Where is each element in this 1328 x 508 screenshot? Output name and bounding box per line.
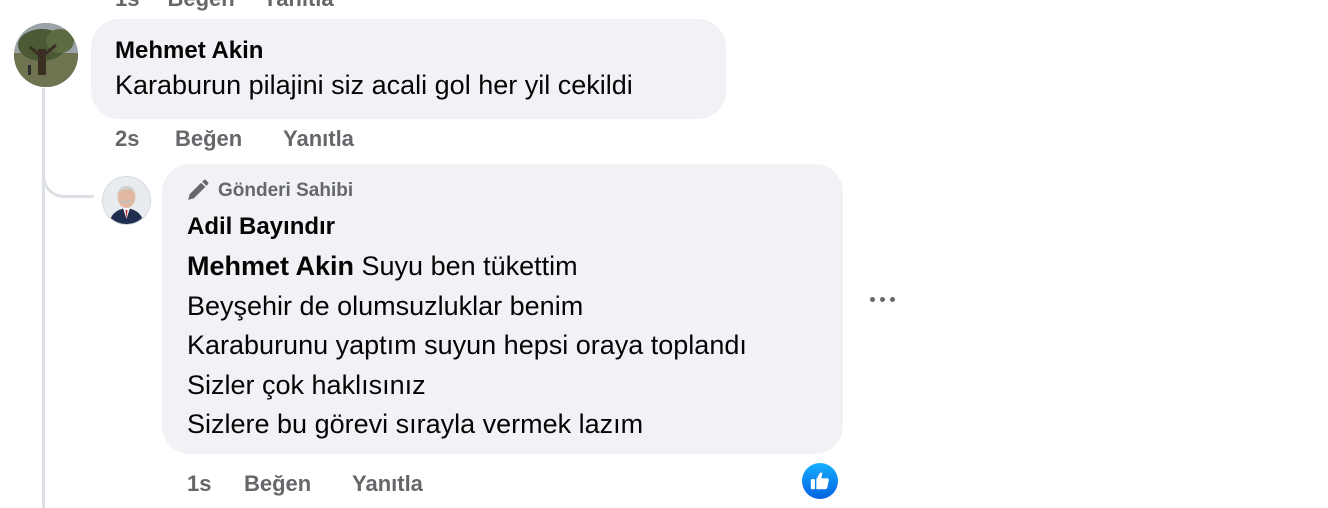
avatar[interactable] <box>14 23 78 87</box>
reply-text-line: Beyşehir de olumsuzluklar benim <box>187 290 584 321</box>
reply-text: Mehmet Akin Suyu ben tükettim Beyşehir d… <box>187 248 747 446</box>
pencil-icon <box>188 179 209 200</box>
comment-actions: 2s Beğen Yanıtla <box>115 126 354 152</box>
previous-reply-button[interactable]: Yanıtla <box>263 0 334 11</box>
reply-author[interactable]: Adil Bayındır <box>187 213 335 241</box>
reply-timestamp[interactable]: 1s <box>187 471 244 497</box>
comment-bubble <box>91 19 726 119</box>
reply-text-line: Karaburunu yaptım suyun hepsi oraya topl… <box>187 330 747 360</box>
profile-photo-man-suit-icon <box>103 177 150 224</box>
mention-link[interactable]: Mehmet Akin <box>187 251 354 281</box>
post-owner-label: Gönderi Sahibi <box>218 179 354 201</box>
comment-timestamp[interactable]: 2s <box>115 126 175 152</box>
comment-reply-button[interactable]: Yanıtla <box>283 126 354 152</box>
reply-text-line: Sizlere bu görevi sırayla vermek lazım <box>187 409 644 439</box>
comment-text: Karaburun pilajini siz acali gol her yil… <box>115 70 633 100</box>
thumbs-up-icon <box>810 472 829 490</box>
reply-like-button[interactable]: Beğen <box>244 471 352 497</box>
reply-actions: 1s Beğen Yanıtla <box>187 471 423 497</box>
comment-like-button[interactable]: Beğen <box>175 126 283 152</box>
more-options-icon[interactable] <box>866 293 899 306</box>
previous-timestamp[interactable]: 1s <box>115 0 139 11</box>
previous-comment-actions: 1s Beğen Yanıtla <box>115 0 362 12</box>
reply-reply-button[interactable]: Yanıtla <box>352 471 423 497</box>
profile-photo-tree-icon <box>14 23 78 87</box>
thumbs-up-reaction-icon[interactable] <box>802 463 838 499</box>
reply-line-text: Suyu ben tükettim <box>354 251 578 281</box>
reply-avatar[interactable] <box>103 177 150 224</box>
thread-connector-curve <box>42 168 94 198</box>
comment-author[interactable]: Mehmet Akin <box>115 37 263 65</box>
reply-text-line: Mehmet Akin Suyu ben tükettim <box>187 248 747 288</box>
previous-like-button[interactable]: Beğen <box>167 0 234 11</box>
post-owner-badge: Gönderi Sahibi <box>185 178 353 203</box>
thread-connector-line <box>42 88 45 508</box>
reply-text-line: Sizler çok haklısınız <box>187 369 426 400</box>
